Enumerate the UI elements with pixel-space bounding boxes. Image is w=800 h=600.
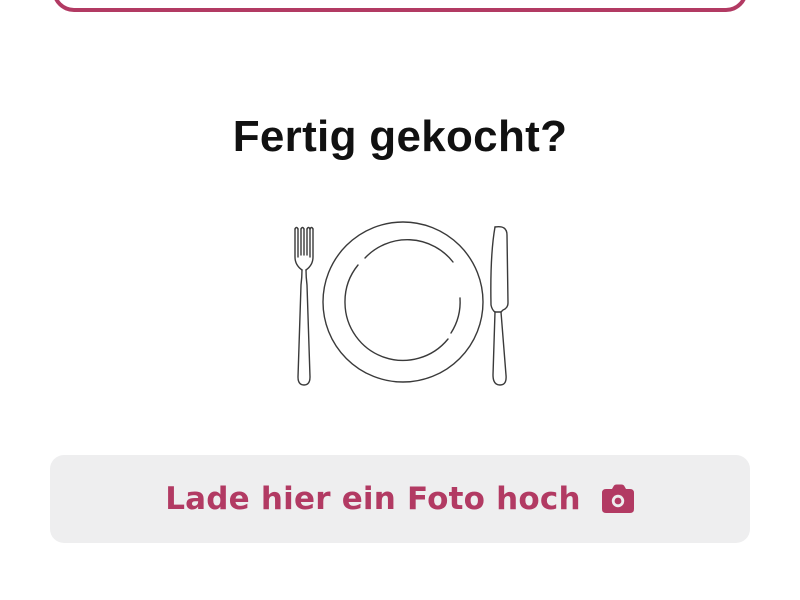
- upload-photo-label: Lade hier ein Foto hoch: [165, 481, 581, 517]
- plate-icon: [322, 221, 484, 383]
- upload-photo-button[interactable]: Lade hier ein Foto hoch: [50, 455, 750, 543]
- camera-icon: [601, 484, 635, 514]
- previous-card-edge: [52, 0, 748, 12]
- plate-fork-knife-icon: [280, 215, 520, 400]
- knife-icon: [490, 225, 509, 386]
- page-title: Fertig gekocht?: [232, 112, 568, 162]
- fork-icon: [294, 226, 314, 386]
- page: Fertig gekocht? Lade hier ein Foto hoch: [0, 0, 800, 600]
